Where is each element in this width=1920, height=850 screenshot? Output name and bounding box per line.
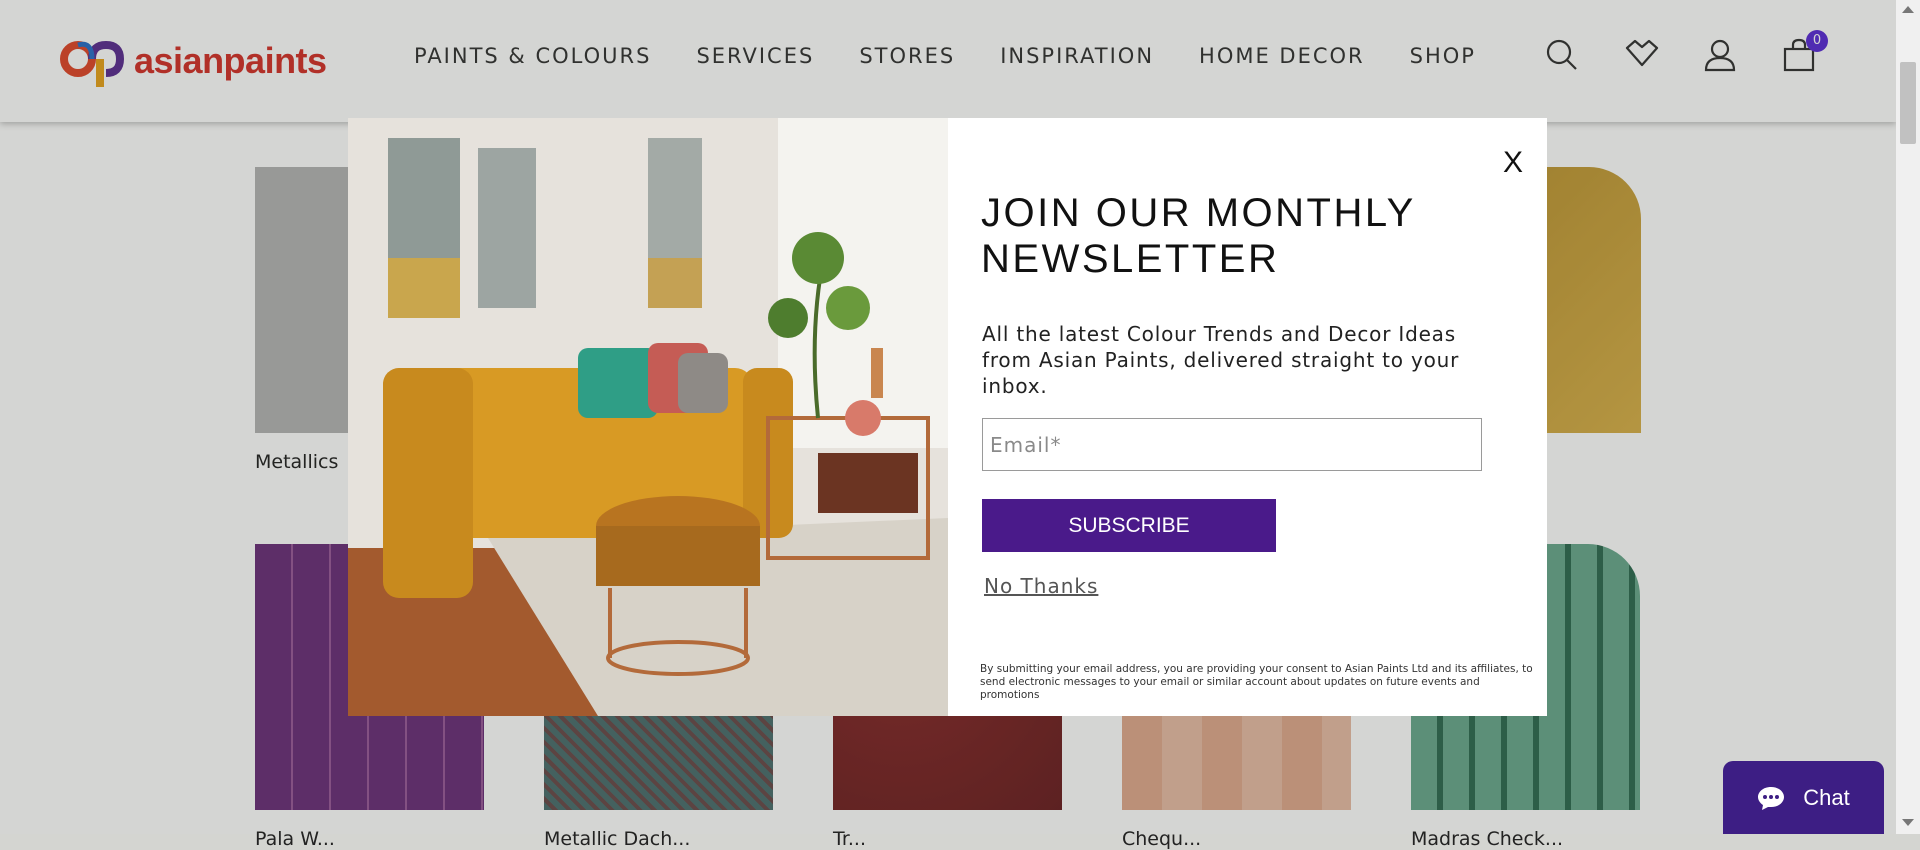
chat-label: Chat (1803, 784, 1850, 810)
page-scrollbar[interactable] (1896, 0, 1920, 834)
living-room-image (348, 118, 948, 716)
modal-description: All the latest Colour Trends and Decor I… (982, 322, 1460, 398)
close-modal-button[interactable]: X (1503, 146, 1523, 180)
modal-content: X JOIN OUR MONTHLY NEWSLETTER All the la… (948, 118, 1547, 716)
email-field[interactable] (982, 418, 1482, 471)
consent-disclaimer: By submitting your email address, you ar… (980, 663, 1533, 701)
chat-bubble-icon (1758, 786, 1785, 810)
modal-title: JOIN OUR MONTHLY NEWSLETTER (981, 191, 1416, 281)
newsletter-modal: X JOIN OUR MONTHLY NEWSLETTER All the la… (348, 118, 1547, 716)
scroll-up-arrow-icon[interactable] (1902, 6, 1914, 13)
no-thanks-link[interactable]: No Thanks (984, 574, 1098, 598)
scroll-thumb[interactable] (1900, 62, 1916, 144)
subscribe-button[interactable]: SUBSCRIBE (982, 499, 1276, 552)
chat-button[interactable]: Chat (1723, 761, 1884, 834)
scroll-down-arrow-icon[interactable] (1902, 819, 1914, 826)
